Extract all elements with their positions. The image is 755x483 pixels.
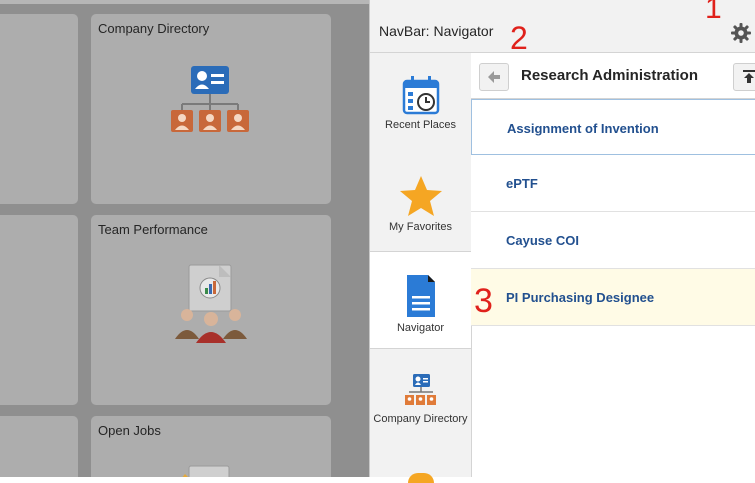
tile-title: Open Jobs <box>98 423 161 438</box>
tile-company-directory[interactable]: Company Directory <box>91 14 331 204</box>
rail-label: My Favorites <box>389 221 452 233</box>
back-button[interactable] <box>479 63 509 91</box>
back-to-top-icon <box>743 70 755 83</box>
navbar-rail: Recent Places My Favorites Navigator Com… <box>370 53 472 483</box>
list-item-label: ePTF <box>506 176 538 191</box>
homepage-background: Company Directory Team Performance Open … <box>0 0 369 477</box>
annotation-2: 2 <box>510 20 528 56</box>
rail-item-my-favorites[interactable]: My Favorites <box>370 175 471 245</box>
tile-team-performance[interactable]: Team Performance <box>91 215 331 405</box>
list-item[interactable]: Assignment of Invention <box>471 99 755 155</box>
clock-calendar-icon <box>402 76 439 115</box>
rail-item-navigator[interactable]: Navigator <box>370 251 471 349</box>
tile-partial-3[interactable] <box>0 416 78 477</box>
navigator-list: Assignment of Invention ePTF Cayuse COI … <box>471 99 755 326</box>
rail-label: Navigator <box>396 322 445 334</box>
navigator-title: Research Administration <box>521 67 698 84</box>
list-item-label: Cayuse COI <box>506 233 579 248</box>
navigator-header: Research Administration <box>471 53 755 99</box>
document-icon <box>406 275 435 317</box>
panel-header: NavBar: Navigator <box>370 0 755 53</box>
open-jobs-icon <box>182 465 230 477</box>
top-divider <box>0 0 369 4</box>
rail-item-recent-places[interactable]: Recent Places <box>370 75 471 153</box>
rail-label: Company Directory <box>373 413 468 425</box>
list-item[interactable]: Cayuse COI <box>471 212 755 269</box>
list-item[interactable]: ePTF <box>471 155 755 212</box>
tile-title: Company Directory <box>98 21 210 36</box>
tile-open-jobs[interactable]: Open Jobs <box>91 416 331 477</box>
gear-icon[interactable] <box>730 22 752 44</box>
list-item-label: PI Purchasing Designee <box>506 290 655 305</box>
org-chart-icon <box>404 374 436 405</box>
rail-item-company-directory[interactable]: Company Directory <box>370 373 471 453</box>
annotation-3: 3 <box>474 282 493 320</box>
annotation-1: 1 <box>705 0 722 18</box>
list-item-label: Assignment of Invention <box>507 121 659 136</box>
org-chart-icon <box>171 66 249 132</box>
rail-item-partial-icon[interactable] <box>408 473 434 483</box>
list-item[interactable]: PI Purchasing Designee <box>471 269 755 326</box>
back-to-top-button[interactable] <box>733 63 755 91</box>
rail-label: Recent Places <box>385 119 456 131</box>
team-performance-icon <box>175 264 247 343</box>
tile-partial-1[interactable] <box>0 14 78 204</box>
panel-title: NavBar: Navigator <box>379 23 494 39</box>
tile-partial-2[interactable] <box>0 215 78 405</box>
star-icon <box>399 176 442 216</box>
tile-title: Team Performance <box>98 222 208 237</box>
back-arrow-icon <box>488 71 500 83</box>
navbar-panel: NavBar: Navigator Recent Places My Favor… <box>369 0 755 483</box>
